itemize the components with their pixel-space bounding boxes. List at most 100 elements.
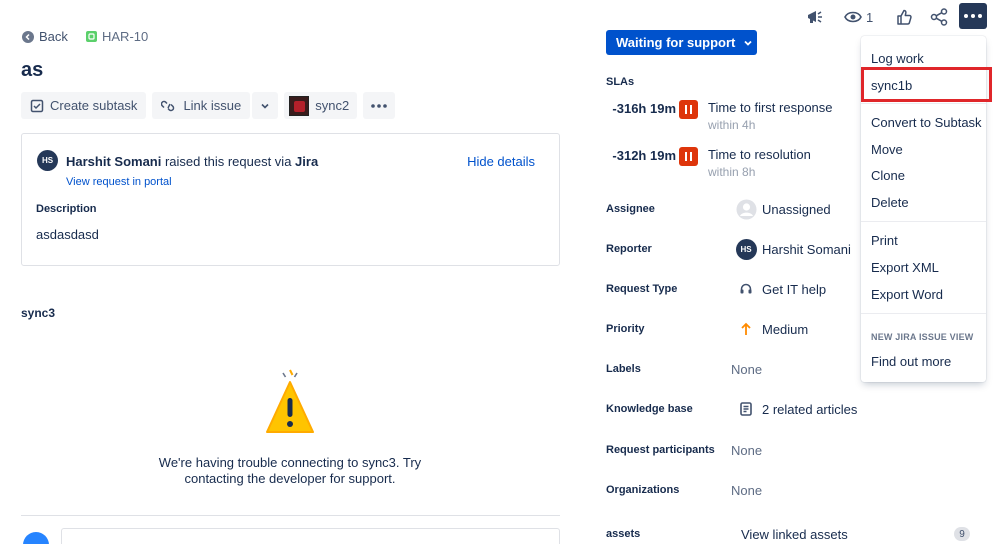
reporter-avatar: HS (37, 150, 58, 171)
sla-name: Time to resolution (708, 147, 811, 162)
field-label: Knowledge base (606, 403, 693, 415)
more-horizontal-icon (371, 103, 388, 108)
description-label: Description (36, 203, 97, 215)
field-knowledge-base: Knowledge base 2 related articles (606, 399, 986, 419)
link-icon (161, 99, 177, 113)
app-avatar-icon (289, 95, 310, 116)
priority-value[interactable]: Medium (762, 322, 808, 337)
request-participants-value[interactable]: None (731, 443, 762, 458)
create-subtask-button[interactable]: Create subtask (21, 92, 147, 119)
organizations-value[interactable]: None (731, 483, 762, 498)
error-line-1: We're having trouble connecting to sync3… (158, 455, 422, 470)
knowledge-base-value[interactable]: 2 related articles (762, 402, 857, 417)
headset-icon (731, 282, 761, 296)
dot-icon (971, 14, 975, 18)
sla-remaining-time: -316h 19m (612, 101, 676, 116)
reporter-name[interactable]: Harshit Somani (66, 154, 161, 169)
reporter-value[interactable]: Harshit Somani (762, 242, 851, 257)
link-issue-button[interactable]: Link issue (152, 92, 251, 119)
field-assets: assets View linked assets 9 (606, 524, 986, 544)
description-value[interactable]: asdasdasd (36, 227, 99, 242)
megaphone-icon (806, 8, 824, 26)
back-link[interactable]: Back (22, 29, 68, 44)
sync2-label: sync2 (315, 98, 350, 113)
more-actions-button[interactable] (959, 3, 987, 29)
menu-item-find-out-more[interactable]: Find out more (871, 354, 951, 369)
menu-item-export-xml[interactable]: Export XML (871, 260, 939, 275)
view-request-in-portal-link[interactable]: View request in portal (66, 176, 172, 188)
menu-divider (861, 103, 986, 104)
link-issue-label: Link issue (183, 98, 242, 113)
menu-section-heading: NEW JIRA ISSUE VIEW (871, 332, 974, 342)
hide-details-button[interactable]: Hide details (467, 154, 535, 169)
unassigned-avatar-icon (731, 199, 761, 220)
reporter-avatar-wrap: HS (731, 238, 761, 260)
request-channel: Jira (295, 154, 319, 169)
subtask-icon (30, 99, 44, 113)
field-label: Organizations (606, 484, 680, 496)
raised-text: raised this request via (161, 154, 296, 169)
menu-item-clone[interactable]: Clone (871, 168, 905, 183)
field-label: Reporter (606, 243, 652, 255)
share-button[interactable] (930, 7, 948, 27)
sla-name: Time to first response (708, 100, 833, 115)
article-icon (731, 402, 761, 416)
field-label: Labels (606, 363, 641, 375)
field-request-participants: Request participants None (606, 440, 986, 460)
slas-heading: SLAs (606, 76, 635, 88)
menu-item-move[interactable]: Move (871, 142, 903, 157)
sync2-app-button[interactable]: sync2 (284, 92, 358, 119)
menu-item-log-work[interactable]: Log work (871, 51, 924, 66)
assignee-value[interactable]: Unassigned (762, 202, 831, 217)
status-transition-button[interactable]: Waiting for support (606, 30, 757, 55)
assets-count-badge: 9 (954, 527, 970, 541)
pause-icon (679, 147, 698, 166)
chevron-down-icon (743, 38, 753, 48)
reporter-avatar: HS (735, 238, 757, 260)
request-details-panel: HS Harshit Somani raised this request vi… (21, 133, 560, 266)
chevron-down-icon (260, 101, 270, 111)
request-type-value[interactable]: Get IT help (762, 282, 826, 297)
highlight-outline (861, 67, 992, 102)
field-organizations: Organizations None (606, 480, 986, 500)
comment-input[interactable] (61, 528, 560, 544)
feedback-button[interactable] (806, 7, 824, 27)
sla-goal: within 4h (708, 118, 756, 132)
sla-item: -316h 19m Time to first response within … (606, 100, 833, 132)
menu-divider (861, 221, 986, 222)
issue-key-link[interactable]: HAR-10 (86, 29, 148, 44)
thumbs-up-icon (896, 9, 912, 25)
issue-key: HAR-10 (102, 29, 149, 44)
dot-icon (964, 14, 968, 18)
share-icon (930, 8, 948, 26)
issue-title[interactable]: as (21, 59, 43, 82)
divider (21, 515, 560, 516)
menu-item-export-word[interactable]: Export Word (871, 287, 943, 302)
menu-item-convert-to-subtask[interactable]: Convert to Subtask (871, 115, 982, 130)
sla-item: -312h 19m Time to resolution within 8h (606, 147, 811, 179)
request-raised-text: Harshit Somani raised this request via J… (66, 154, 318, 169)
field-label: Priority (606, 323, 645, 335)
more-link-options-button[interactable] (252, 92, 279, 119)
menu-item-delete[interactable]: Delete (871, 195, 909, 210)
issue-type-icon (86, 31, 97, 42)
sla-goal: within 8h (708, 165, 756, 179)
priority-medium-icon (731, 322, 761, 336)
back-label: Back (39, 29, 68, 44)
labels-value[interactable]: None (731, 362, 762, 377)
sync3-error-message: We're having trouble connecting to sync3… (150, 455, 430, 487)
field-label: Request Type (606, 283, 678, 295)
toolbar-more-button[interactable] (363, 92, 396, 119)
issue-toolbar: Create subtask Link issue sync2 (21, 92, 396, 119)
watch-count: 1 (866, 9, 874, 25)
watch-button[interactable]: 1 (844, 7, 873, 27)
field-label: Assignee (606, 203, 655, 215)
like-button[interactable] (896, 7, 912, 27)
pause-icon (679, 100, 698, 119)
menu-item-print[interactable]: Print (871, 233, 898, 248)
menu-divider (861, 313, 986, 314)
sla-remaining-time: -312h 19m (612, 148, 676, 163)
sync3-panel-title: sync3 (21, 306, 56, 320)
arrow-left-icon (22, 30, 34, 43)
view-linked-assets-link[interactable]: View linked assets (741, 527, 848, 542)
